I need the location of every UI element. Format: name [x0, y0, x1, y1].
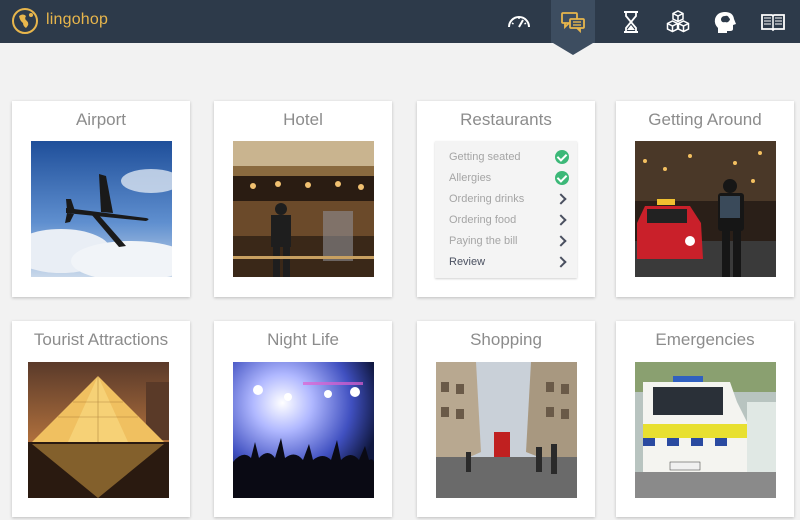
airplane-photo — [31, 141, 172, 277]
nav-book[interactable] — [751, 0, 795, 43]
chevron-right-icon — [555, 213, 569, 227]
ambulance-photo — [635, 362, 776, 498]
top-bar: lingohop — [0, 0, 800, 43]
topic-card-night-life[interactable]: Night Life — [214, 321, 392, 517]
cubes-icon — [666, 9, 690, 32]
topic-card-shopping[interactable]: Shopping — [417, 321, 595, 517]
lesson-paying-the-bill[interactable]: Paying the bill — [435, 230, 577, 251]
concert-crowd-photo — [233, 362, 374, 498]
topic-card-hotel[interactable]: Hotel — [214, 101, 392, 297]
book-icon — [761, 13, 785, 31]
globe-logo-icon[interactable] — [11, 7, 39, 35]
lesson-label: Paying the bill — [449, 234, 518, 247]
chevron-right-icon — [555, 234, 569, 248]
lesson-list: Getting seated Allergies Ordering drinks… — [435, 141, 577, 278]
topic-card-restaurants[interactable]: Restaurants Getting seated Allergies Ord… — [417, 101, 595, 297]
checkmark-icon — [555, 149, 569, 164]
lesson-label: Ordering drinks — [449, 192, 525, 205]
nav-head[interactable] — [703, 0, 747, 43]
checkmark-icon — [555, 170, 569, 185]
card-title: Restaurants — [460, 110, 552, 129]
card-title: Emergencies — [655, 330, 755, 349]
lesson-label: Ordering food — [449, 213, 517, 226]
card-title: Airport — [75, 110, 127, 129]
nav-conversations[interactable] — [551, 0, 595, 43]
card-title: Hotel — [283, 110, 323, 129]
hotel-lobby-photo — [233, 141, 374, 277]
brand-name: lingohop — [46, 11, 109, 28]
lesson-ordering-food[interactable]: Ordering food — [435, 209, 577, 230]
lesson-label: Allergies — [449, 171, 492, 184]
chevron-right-icon — [555, 255, 569, 269]
active-nav-pointer — [553, 43, 593, 55]
card-title: Shopping — [470, 330, 542, 349]
topic-card-tourist-attractions[interactable]: Tourist Attractions — [12, 321, 190, 517]
card-title: Tourist Attractions — [33, 330, 169, 349]
lesson-getting-seated[interactable]: Getting seated — [435, 146, 577, 167]
lesson-allergies[interactable]: Allergies — [435, 167, 577, 188]
hourglass-icon — [624, 10, 638, 33]
card-title: Getting Around — [648, 110, 762, 129]
nav-dashboard[interactable] — [497, 0, 541, 43]
nav-cubes[interactable] — [656, 0, 700, 43]
shopping-street-photo — [436, 362, 577, 498]
chevron-right-icon — [555, 192, 569, 206]
nav-hourglass[interactable] — [609, 0, 653, 43]
city-street-taxi-photo — [635, 141, 776, 277]
topic-card-airport[interactable]: Airport — [12, 101, 190, 297]
lesson-label: Review — [449, 255, 486, 268]
lesson-label: Getting seated — [449, 150, 521, 163]
conversation-icon — [561, 11, 585, 33]
head-brain-icon — [714, 11, 736, 33]
card-title: Night Life — [267, 330, 339, 349]
topic-card-emergencies[interactable]: Emergencies — [616, 321, 794, 517]
louvre-pyramid-photo — [28, 362, 169, 498]
topic-card-getting-around[interactable]: Getting Around — [616, 101, 794, 297]
dashboard-icon — [508, 15, 530, 27]
lesson-review[interactable]: Review — [435, 251, 577, 272]
lesson-ordering-drinks[interactable]: Ordering drinks — [435, 188, 577, 209]
